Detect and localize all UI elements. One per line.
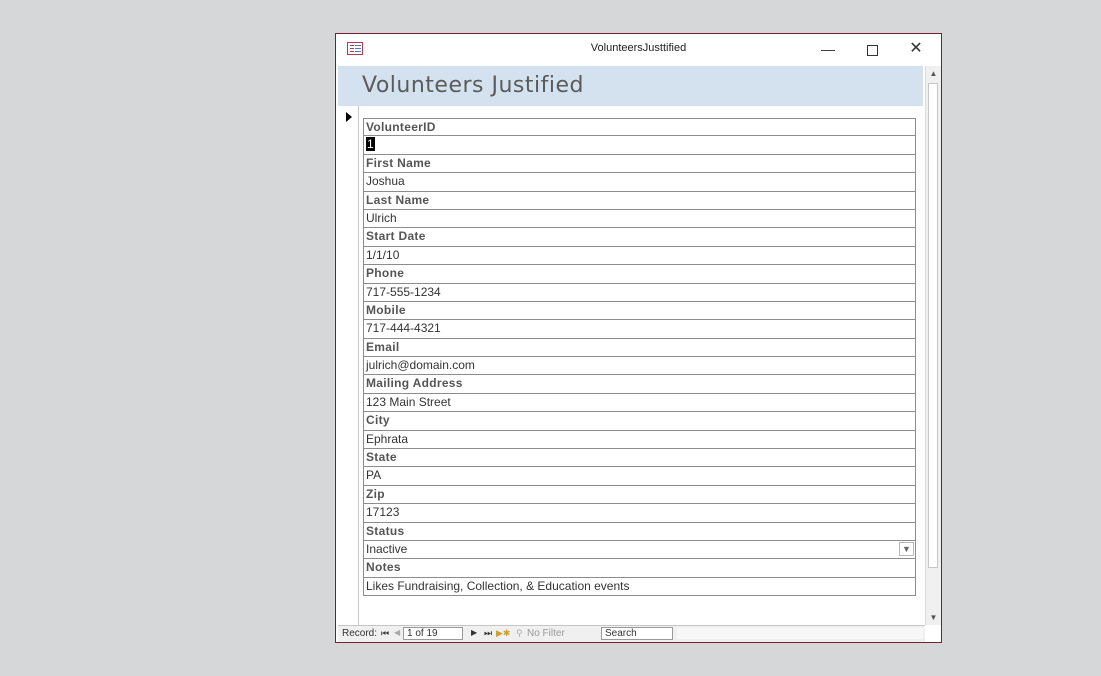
maximize-button[interactable] [857,38,887,60]
field-value-mailing-address[interactable]: 123 Main Street [363,393,916,413]
title-bar: VolunteersJusttified — ✕ [336,34,941,64]
field-value-phone[interactable]: 717-555-1234 [363,283,916,302]
new-record-icon[interactable]: ▶✱ [496,628,510,639]
volunteerid-value: 1 [366,137,375,152]
field-value-zip[interactable]: 17123 [363,504,916,523]
field-list: VolunteerID 1 First Name Joshua Last Nam… [363,118,916,597]
field-value-email[interactable]: julrich@domain.com [363,357,916,376]
field-label-zip: Zip [363,485,916,505]
field-label-state: State [363,449,916,468]
field-value-volunteerid[interactable]: 1 [363,136,916,155]
field-label-email: Email [363,338,916,358]
field-label-last-name: Last Name [363,191,916,210]
field-label-status: Status [363,522,916,541]
scroll-down-arrow-icon: ▼ [929,613,938,622]
search-input[interactable]: Search [601,627,673,640]
next-record-icon[interactable]: ▶ [471,628,477,637]
field-value-notes[interactable]: Likes Fundraising, Collection, & Educati… [363,577,916,597]
last-record-icon[interactable]: ⏭ [484,628,492,639]
status-value: Inactive [366,541,408,556]
chevron-down-icon: ▼ [902,543,911,554]
close-button[interactable]: ✕ [901,38,931,60]
field-label-mailing-address: Mailing Address [363,375,916,394]
field-value-state[interactable]: PA [363,467,916,486]
scroll-down-button[interactable]: ▼ [926,610,941,625]
field-value-last-name[interactable]: Ulrich [363,209,916,229]
vertical-scrollbar[interactable]: ▲ ▼ [925,66,941,625]
first-record-icon[interactable]: ⏮ [381,628,389,639]
form-title: Volunteers Justified [362,73,584,98]
horizontal-scrollbar[interactable] [677,628,923,639]
field-label-first-name: First Name [363,154,916,174]
record-label: Record: [342,628,378,639]
field-value-status[interactable]: Inactive ▼ [363,540,916,560]
field-value-start-date[interactable]: 1/1/10 [363,246,916,266]
minimize-button[interactable]: — [813,38,843,60]
scroll-up-button[interactable]: ▲ [926,66,941,81]
window-title: VolunteersJusttified [590,42,687,54]
previous-record-icon[interactable]: ◀ [394,628,400,637]
no-filter-button[interactable]: No Filter [527,628,565,639]
record-navigation-bar: Record: ⏮ ◀ 1 of 19 ▶ ⏭ ▶✱ ⚲ No Filter S… [338,625,925,642]
field-label-volunteerid: VolunteerID [363,118,916,137]
current-record-input[interactable]: 1 of 19 [403,627,463,640]
field-label-start-date: Start Date [363,228,916,247]
form-header: Volunteers Justified [338,66,923,106]
scroll-up-arrow-icon: ▲ [929,69,938,78]
field-label-mobile: Mobile [363,301,916,321]
current-record-arrow-icon [346,112,352,122]
volunteers-form-window: VolunteersJusttified — ✕ Volunteers Just… [335,33,942,643]
status-dropdown-button[interactable]: ▼ [899,541,914,556]
maximize-icon [866,44,878,56]
record-selector[interactable] [338,106,359,625]
field-value-mobile[interactable]: 717-444-4321 [363,320,916,339]
field-value-city[interactable]: Ephrata [363,430,916,450]
field-label-notes: Notes [363,559,916,578]
scroll-thumb[interactable] [928,83,938,568]
field-label-phone: Phone [363,265,916,284]
field-value-first-name[interactable]: Joshua [363,173,916,192]
filter-icon: ⚲ [516,628,523,638]
field-label-city: City [363,412,916,431]
